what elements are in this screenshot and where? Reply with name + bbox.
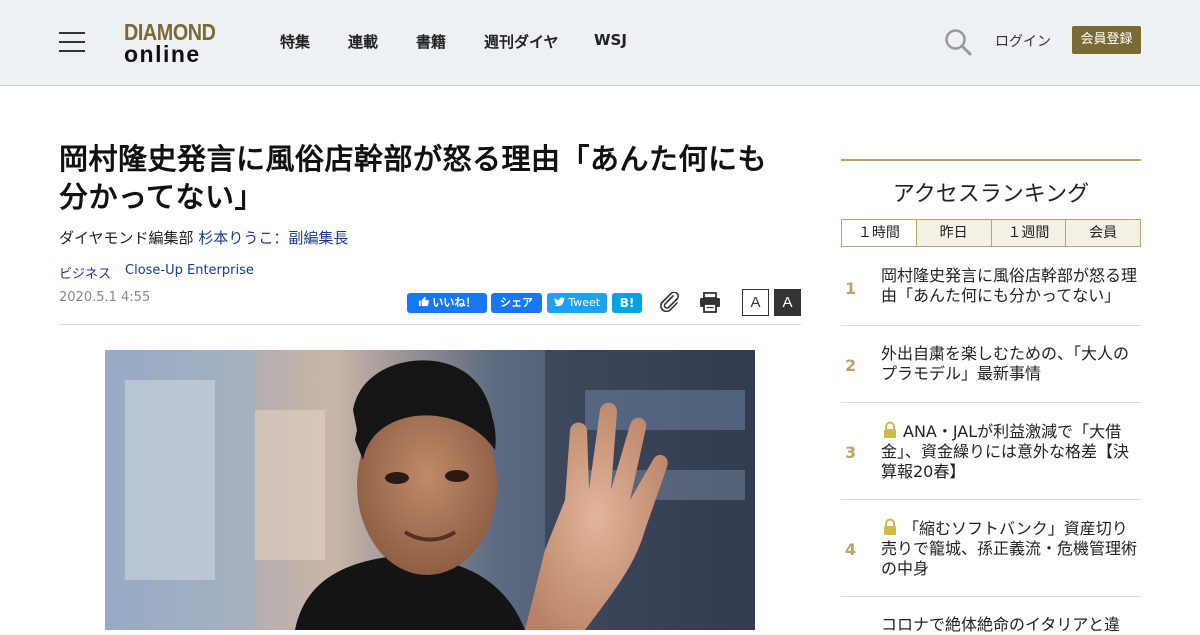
article-divider <box>59 324 801 325</box>
search-icon[interactable] <box>944 28 972 56</box>
site-logo[interactable]: DIAMOND online <box>124 20 228 66</box>
rank-title: 「縮むソフトバンク」資産切り売りで籠城、孫正義流・危機管理術の中身 <box>881 519 1138 578</box>
tab-1week[interactable]: １週間 <box>990 220 1066 246</box>
article-title-line1: 岡村隆史発言に風俗店幹部が怒る理由「あんた何にも <box>59 142 768 176</box>
login-link[interactable]: ログイン <box>995 31 1051 51</box>
author-prefix: ダイヤモンド編集部 <box>59 229 194 247</box>
rank-title-wrap: 「縮むソフトバンク」資産切り売りで籠城、孫正義流・危機管理術の中身 <box>881 518 1139 579</box>
font-size-large-button[interactable]: A <box>774 289 801 316</box>
ranking-title: アクセスランキング <box>892 182 1090 207</box>
facebook-share-button[interactable]: シェア <box>491 293 542 313</box>
ranking-item[interactable]: 3 ANA・JALが利益激減で「大借金」、資金繰りには意外な格差【決算報20春】 <box>841 403 1141 500</box>
ranking-tabs: １時間 昨日 １週間 会員 <box>841 219 1141 247</box>
tab-yesterday[interactable]: 昨日 <box>915 220 991 246</box>
rank-title: 外出自粛を楽しむための、「大人のプラモデル」最新事情 <box>881 344 1130 383</box>
ranking-item[interactable]: コロナで絶体絶命のイタリアと違 <box>841 597 1141 634</box>
nav-item-feature[interactable]: 特集 <box>280 31 310 52</box>
site-header: DIAMOND online 特集 連載 書籍 週刊ダイヤ WSJ ログイン 会… <box>0 0 1200 86</box>
twitter-bird-icon <box>553 297 565 307</box>
logo-bottom: online <box>124 41 201 67</box>
hatena-bookmark-button[interactable]: B! <box>612 293 642 313</box>
tweet-button[interactable]: Tweet <box>547 293 607 313</box>
nav-item-weekly[interactable]: 週刊ダイヤ <box>484 31 559 52</box>
signup-button[interactable]: 会員登録 <box>1072 26 1141 54</box>
article-title-line2: 分かってない」 <box>59 180 265 214</box>
paperclip-icon[interactable] <box>659 292 681 312</box>
rank-title: ANA・JALが利益激減で「大借金」、資金繰りには意外な格差【決算報20春】 <box>881 422 1130 481</box>
ranking-item[interactable]: 2 外出自粛を楽しむための、「大人のプラモデル」最新事情 <box>841 326 1141 403</box>
ranking-item[interactable]: 1 岡村隆史発言に風俗店幹部が怒る理由「あんた何にも分かってない」 <box>841 248 1141 326</box>
author-line: ダイヤモンド編集部 杉本りうこ：副編集長 <box>59 227 348 248</box>
font-size-small-button[interactable]: A <box>742 289 769 316</box>
article-hero-photo <box>105 350 755 630</box>
lock-icon <box>884 421 896 438</box>
menu-icon[interactable] <box>59 32 85 52</box>
nav-item-wsj[interactable]: WSJ <box>594 31 627 49</box>
rank-number: 4 <box>845 540 857 559</box>
facebook-like-button[interactable]: いいね！ <box>407 293 487 313</box>
category-link-business[interactable]: ビジネス <box>59 263 111 282</box>
like-label: いいね！ <box>432 296 477 309</box>
rank-number: 2 <box>845 356 857 375</box>
nav-item-books[interactable]: 書籍 <box>416 31 446 52</box>
author-link[interactable]: 杉本りうこ：副編集長 <box>198 229 348 247</box>
article-title: 岡村隆史発言に風俗店幹部が怒る理由「あんた何にも 分かってない」 <box>59 140 804 216</box>
category-link-closeup[interactable]: Close-Up Enterprise <box>125 263 254 278</box>
print-icon[interactable] <box>699 292 721 313</box>
rank-title-wrap: ANA・JALが利益激減で「大借金」、資金繰りには意外な格差【決算報20春】 <box>881 421 1139 482</box>
rank-number: 3 <box>845 443 857 462</box>
sidebar-top-rule <box>841 159 1141 161</box>
publish-date: 2020.5.1 4:55 <box>59 290 151 305</box>
lock-icon <box>884 518 896 535</box>
tweet-label: Tweet <box>568 296 601 309</box>
ranking-item[interactable]: 4 「縮むソフトバンク」資産切り売りで籠城、孫正義流・危機管理術の中身 <box>841 500 1141 597</box>
tab-members[interactable]: 会員 <box>1065 220 1140 246</box>
rank-title: コロナで絶体絶命のイタリアと違 <box>881 615 1121 634</box>
rank-number: 1 <box>845 279 857 298</box>
rank-title: 岡村隆史発言に風俗店幹部が怒る理由「あんた何にも分かってない」 <box>881 266 1138 305</box>
tab-1hour[interactable]: １時間 <box>842 220 916 246</box>
thumbs-up-icon <box>418 296 429 307</box>
nav-item-series[interactable]: 連載 <box>348 31 378 52</box>
